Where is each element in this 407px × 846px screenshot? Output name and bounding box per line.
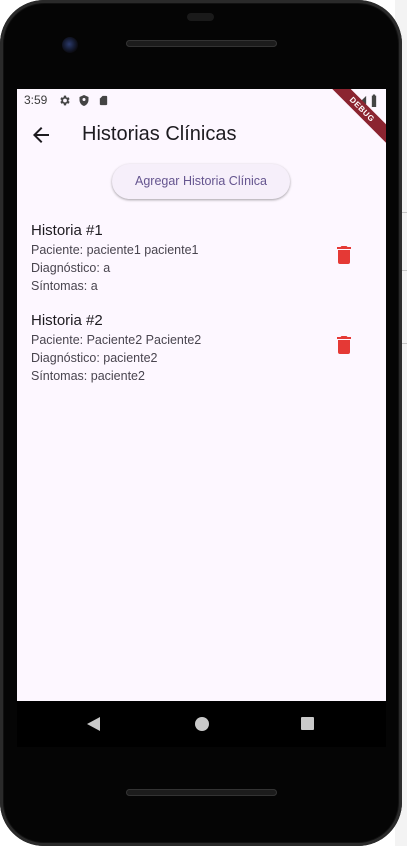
record-title: Historia #2 (31, 312, 103, 329)
record-card: Historia #1 Paciente: paciente1 paciente… (31, 222, 371, 302)
app-screen: 3:59 DEBUG Historias Clínicas Agregar Hi… (17, 89, 386, 701)
record-diagnosis: Diagnóstico: a (31, 261, 111, 275)
status-bar: 3:59 DEBUG (17, 89, 386, 147)
trash-icon[interactable] (332, 333, 356, 357)
front-camera (62, 37, 78, 53)
top-speaker (126, 40, 277, 47)
nav-recents-icon[interactable] (301, 717, 314, 730)
nav-back-icon[interactable] (87, 717, 101, 731)
settings-icon (60, 95, 70, 106)
record-card: Historia #2 Paciente: Paciente2 Paciente… (31, 312, 371, 392)
earpiece (187, 13, 214, 21)
record-title: Historia #1 (31, 222, 103, 239)
page-title: Historias Clínicas (82, 123, 237, 145)
battery-icon (371, 94, 377, 107)
record-symptoms: Síntomas: a (31, 279, 98, 293)
arrow-left-icon[interactable] (29, 123, 53, 147)
trash-icon[interactable] (332, 243, 356, 267)
app-bar: Historias Clínicas (17, 111, 386, 159)
record-patient: Paciente: Paciente2 Paciente2 (31, 333, 202, 347)
record-patient: Paciente: paciente1 paciente1 (31, 243, 199, 257)
bottom-speaker (126, 789, 277, 796)
record-diagnosis: Diagnóstico: paciente2 (31, 351, 158, 365)
nav-home-icon[interactable] (195, 717, 209, 731)
phone-frame: 3:59 DEBUG Historias Clínicas Agregar Hi… (0, 0, 402, 846)
status-time: 3:59 (24, 93, 48, 107)
shield-icon (79, 95, 89, 106)
sd-card-icon (99, 95, 108, 106)
add-record-button[interactable]: Agregar Historia Clínica (112, 164, 290, 199)
system-nav-bar (17, 701, 386, 747)
record-symptoms: Síntomas: paciente2 (31, 369, 145, 383)
